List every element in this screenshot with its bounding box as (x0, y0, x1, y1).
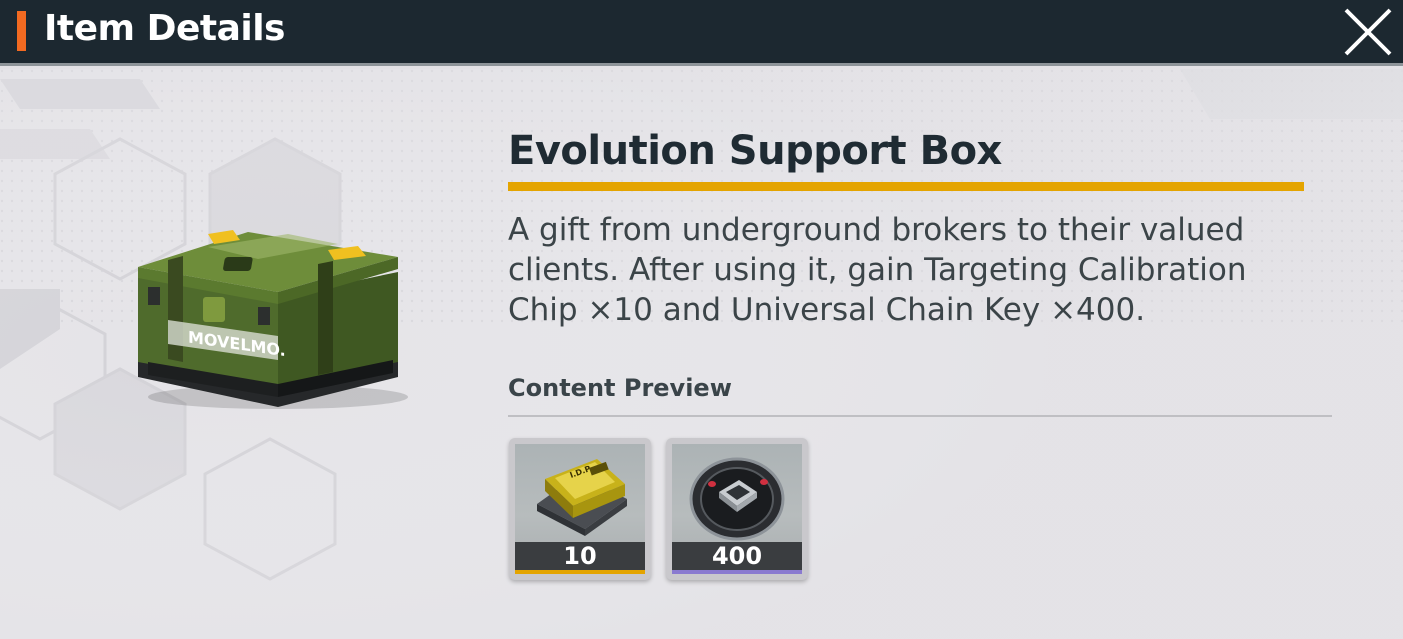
reward-quantity: 400 (672, 542, 802, 570)
item-description: A gift from underground brokers to their… (508, 212, 1247, 328)
reward-slot-key[interactable]: 400 (666, 438, 808, 580)
green-supply-box-icon: MOVELMO. (138, 230, 408, 409)
reward-slot-inner: I.D.P 10 (515, 444, 645, 574)
reward-slot-inner: 400 (672, 444, 802, 574)
reward-quantity: 10 (515, 542, 645, 570)
title-underline (508, 182, 1304, 191)
rarity-bar (672, 570, 802, 574)
page-title: Item Details (44, 8, 285, 49)
content-preview-label: Content Preview (508, 374, 732, 402)
calibration-chip-icon: I.D.P (537, 459, 627, 536)
content-preview-divider (508, 415, 1332, 417)
rarity-bar (515, 570, 645, 574)
chain-key-icon (689, 457, 785, 541)
header-bar: Item Details (0, 0, 1403, 66)
close-icon[interactable] (1342, 6, 1394, 58)
reward-slot-chip[interactable]: I.D.P 10 (509, 438, 651, 580)
header-accent (17, 11, 26, 51)
item-name: Evolution Support Box (508, 128, 1002, 174)
